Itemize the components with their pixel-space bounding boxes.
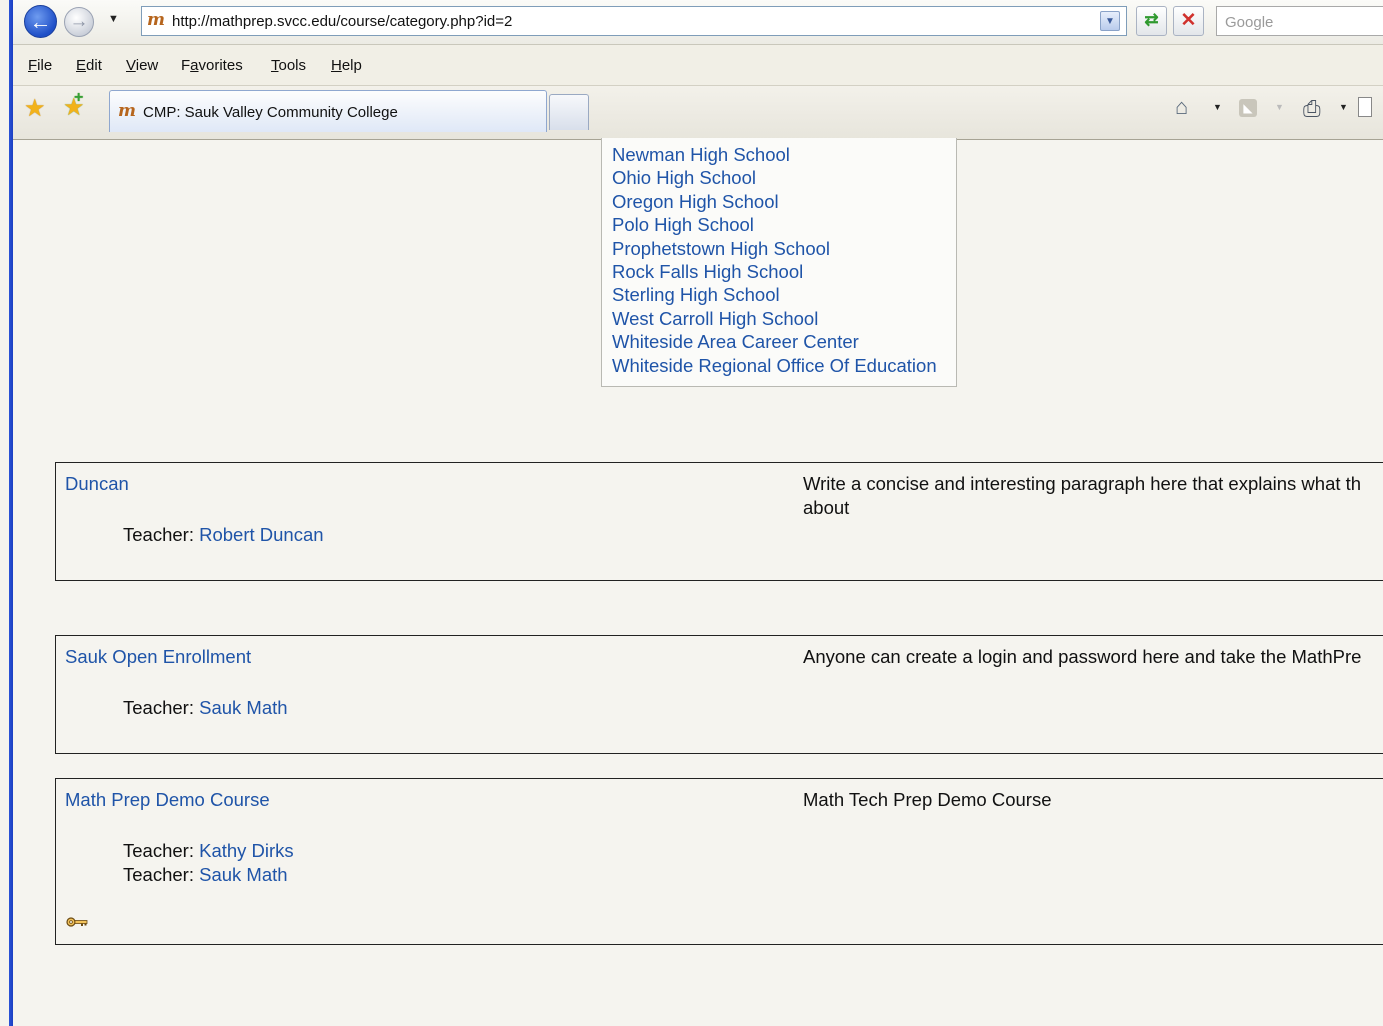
tab-title: CMP: Sauk Valley Community College <box>143 104 398 121</box>
home-dropdown[interactable]: ▼ <box>1213 102 1222 112</box>
refresh-button[interactable]: ⇄ <box>1136 6 1167 36</box>
school-link[interactable]: Newman High School <box>612 144 790 165</box>
course-name-link[interactable]: Sauk Open Enrollment <box>65 646 251 668</box>
course-summary: Write a concise and interesting paragrap… <box>803 472 1383 519</box>
menu-bar: File Edit View Favorites Tools Help <box>13 45 1383 86</box>
teacher-label: Teacher: <box>123 840 200 861</box>
tab-favicon-icon: m <box>118 101 136 121</box>
school-link[interactable]: Polo High School <box>612 214 754 235</box>
course-box: Duncan Write a concise and interesting p… <box>55 462 1383 581</box>
navigation-bar: ← → ▼ m http://mathprep.svcc.edu/course/… <box>13 0 1383 45</box>
site-favicon-icon: m <box>147 10 165 30</box>
window-left-border <box>0 0 13 1026</box>
school-link[interactable]: Sterling High School <box>612 284 780 305</box>
favorites-star-icon[interactable]: ★ <box>24 94 46 123</box>
teacher-label: Teacher: <box>123 863 200 885</box>
course-summary: Math Tech Prep Demo Course <box>803 788 1383 812</box>
teacher-list: Teacher: Sauk Math <box>123 696 288 720</box>
school-list: Newman High School Ohio High School Oreg… <box>612 143 937 377</box>
menu-file[interactable]: File <box>28 57 52 74</box>
school-link[interactable]: Prophetstown High School <box>612 238 830 259</box>
back-arrow-icon: ← <box>29 9 52 34</box>
course-name-link[interactable]: Math Prep Demo Course <box>65 789 270 811</box>
teacher-list: Teacher: Robert Duncan <box>123 523 324 547</box>
print-icon[interactable]: ⎙ <box>1303 96 1321 122</box>
forward-button[interactable]: → <box>64 7 94 37</box>
key-icon[interactable] <box>66 916 88 928</box>
add-favorite-icon[interactable]: ★ <box>63 89 85 122</box>
teacher-list: Teacher: Kathy Dirks Teacher: Sauk Math <box>123 839 294 886</box>
search-placeholder: Google <box>1225 14 1274 31</box>
stop-button[interactable]: ✕ <box>1173 6 1204 36</box>
menu-view[interactable]: View <box>126 57 158 74</box>
school-link[interactable]: Rock Falls High School <box>612 261 803 282</box>
print-dropdown[interactable]: ▼ <box>1339 102 1348 112</box>
teacher-link[interactable]: Robert Duncan <box>199 524 323 545</box>
url-text[interactable]: http://mathprep.svcc.edu/course/category… <box>172 13 512 30</box>
recent-pages-dropdown[interactable]: ▼ <box>108 13 119 25</box>
feeds-icon[interactable]: ◣ <box>1239 99 1257 117</box>
course-summary-line: about <box>803 496 850 518</box>
course-summary: Anyone can create a login and password h… <box>803 645 1383 669</box>
school-link[interactable]: Whiteside Area Career Center <box>612 331 859 352</box>
address-dropdown-button[interactable]: ▼ <box>1100 11 1120 31</box>
teacher-link[interactable]: Sauk Math <box>199 864 287 885</box>
course-summary-line: Write a concise and interesting paragrap… <box>803 473 1362 494</box>
menu-help[interactable]: Help <box>331 57 362 74</box>
teacher-link[interactable]: Kathy Dirks <box>199 840 294 861</box>
tab-active[interactable]: m CMP: Sauk Valley Community College <box>109 90 547 132</box>
course-box: Sauk Open Enrollment Anyone can create a… <box>55 635 1383 754</box>
back-button[interactable]: ← <box>24 5 57 38</box>
search-input[interactable]: Google <box>1216 6 1383 36</box>
school-link[interactable]: Ohio High School <box>612 167 756 188</box>
address-bar[interactable]: m http://mathprep.svcc.edu/course/catego… <box>141 6 1127 36</box>
menu-favorites[interactable]: Favorites <box>181 57 243 74</box>
feeds-dropdown[interactable]: ▼ <box>1275 102 1284 112</box>
teacher-label: Teacher: <box>123 697 200 718</box>
home-icon[interactable]: ⌂ <box>1175 94 1188 120</box>
close-icon: ✕ <box>1180 10 1197 31</box>
course-summary-line: Math Tech Prep Demo Course <box>803 789 1052 810</box>
school-link[interactable]: Whiteside Regional Office Of Education <box>612 355 937 376</box>
page-menu-icon[interactable] <box>1358 97 1372 117</box>
refresh-icon: ⇄ <box>1144 10 1159 29</box>
menu-edit[interactable]: Edit <box>76 57 102 74</box>
course-summary-line: Anyone can create a login and password h… <box>803 646 1362 667</box>
chevron-down-icon: ▼ <box>1105 16 1115 27</box>
tab-bar: ★ ★ m CMP: Sauk Valley Community College… <box>13 86 1383 140</box>
school-list-panel: Newman High School Ohio High School Oreg… <box>601 138 957 387</box>
course-name-link[interactable]: Duncan <box>65 473 129 495</box>
menu-tools[interactable]: Tools <box>271 57 306 74</box>
school-link[interactable]: West Carroll High School <box>612 308 818 329</box>
course-box: Math Prep Demo Course Math Tech Prep Dem… <box>55 778 1383 945</box>
new-tab-button[interactable] <box>549 94 589 130</box>
school-link[interactable]: Oregon High School <box>612 191 779 212</box>
forward-arrow-icon: → <box>69 11 89 32</box>
teacher-link[interactable]: Sauk Math <box>199 697 287 718</box>
teacher-label: Teacher: <box>123 524 200 545</box>
